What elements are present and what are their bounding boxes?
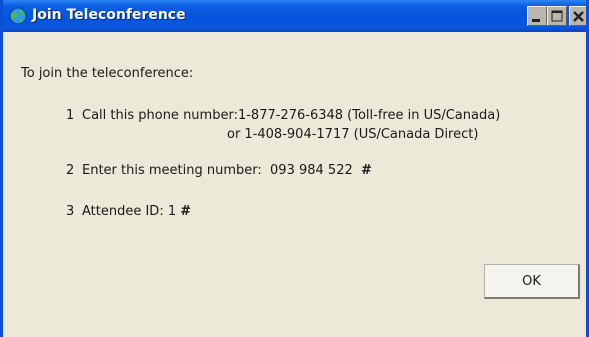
- step-number: 2: [66, 163, 75, 178]
- step-call-number: 1 Call this phone number:1-877-276-6348 (…: [66, 108, 500, 123]
- step-label: Call this phone number:: [82, 108, 238, 123]
- title-bar[interactable]: Join Teleconference: [3, 0, 586, 32]
- join-teleconference-dialog: Join Teleconference To join the teleconf…: [0, 0, 589, 337]
- globe-icon: [9, 7, 27, 25]
- meeting-number: 093 984 522: [270, 163, 353, 178]
- ok-button[interactable]: OK: [484, 264, 580, 299]
- step-label: Enter this meeting number:: [82, 163, 262, 178]
- window-title: Join Teleconference: [32, 7, 186, 23]
- step-number: 3: [66, 204, 75, 219]
- direct-number: or 1-408-904-1717 (US/Canada Direct): [227, 127, 479, 142]
- maximize-button[interactable]: [547, 6, 567, 26]
- maximize-icon: [551, 10, 563, 22]
- step-attendee-id: 3 Attendee ID: 1 #: [66, 204, 191, 219]
- minimize-button[interactable]: [527, 6, 547, 26]
- pound-sign: #: [180, 204, 192, 219]
- pound-sign: #: [361, 163, 372, 178]
- step-number: 1: [66, 108, 75, 123]
- close-button[interactable]: [569, 6, 586, 26]
- step-meeting-number: 2 Enter this meeting number: 093 984 522 …: [66, 163, 372, 178]
- minimize-icon: [532, 19, 540, 22]
- close-icon: [573, 11, 584, 22]
- step-label: Attendee ID:: [82, 204, 164, 219]
- toll-free-number: 1-877-276-6348 (Toll-free in US/Canada): [237, 108, 501, 123]
- dialog-body: To join the teleconference: 1 Call this p…: [3, 32, 586, 337]
- attendee-id: 1: [167, 204, 177, 219]
- instructions-heading: To join the teleconference:: [21, 66, 194, 81]
